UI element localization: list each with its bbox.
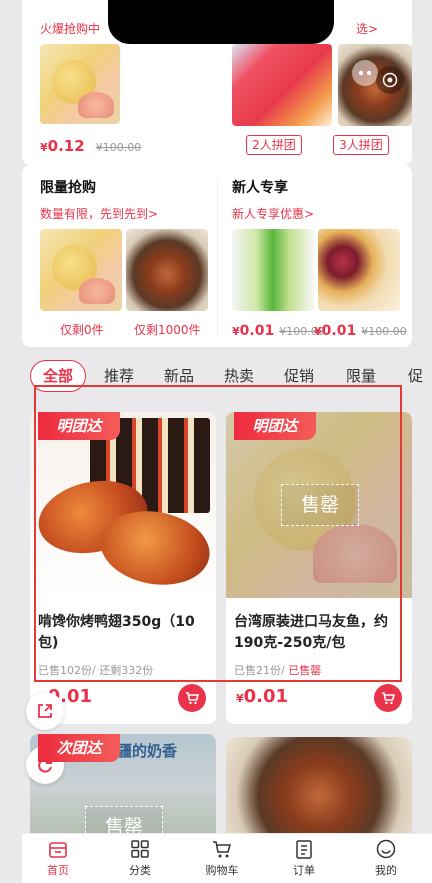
- tab-limited[interactable]: 限量: [346, 360, 376, 392]
- share-icon: [38, 704, 52, 718]
- product-card-3[interactable]: 次团达 新疆的奶香 售罄: [30, 734, 216, 844]
- home-icon: [49, 842, 67, 858]
- nav-orders-label: 订单: [293, 864, 315, 877]
- product-image-4[interactable]: [226, 737, 412, 844]
- promo-card: 限量抢购 数量有限，先到先到> 仅剩0件 仅剩1000件 新人专享 新人专享优惠…: [22, 165, 412, 347]
- tab-hot[interactable]: 热卖: [224, 360, 254, 392]
- product-image-redbox[interactable]: [232, 44, 332, 126]
- grid-icon: [131, 840, 149, 858]
- nav-orders[interactable]: 订单: [274, 838, 334, 878]
- nav-category[interactable]: 分类: [110, 838, 170, 878]
- group-2-button[interactable]: 2人拼团: [246, 135, 302, 155]
- order-icon: [296, 840, 312, 859]
- product-card-2[interactable]: 明团达 售罄 台湾原装进口马友鱼，约190克-250克/包 已售21份/ 已售罄…: [226, 412, 412, 724]
- currency-symbol: ¥: [314, 325, 322, 338]
- product-card-4[interactable]: [226, 737, 412, 844]
- product-sold-status-2: 已售罄: [288, 664, 322, 677]
- tab-all[interactable]: 全部: [30, 360, 87, 392]
- cart-icon: [186, 692, 200, 705]
- tab-new[interactable]: 新品: [164, 360, 194, 392]
- add-to-cart-button-2[interactable]: [374, 684, 402, 712]
- flash-item-image-2[interactable]: [126, 229, 208, 311]
- share-button[interactable]: [26, 692, 64, 730]
- product-sold-2: 已售21份/ 已售罄: [234, 662, 321, 678]
- group-3-button[interactable]: 3人拼团: [333, 135, 389, 155]
- flash-sale-title[interactable]: 限量抢购: [40, 177, 96, 197]
- product-price-value-2: 0.01: [243, 686, 289, 707]
- dots-icon[interactable]: [352, 60, 378, 86]
- product-badge-2: 明团达: [234, 412, 316, 440]
- newcomer-price-1: ¥0.01 ¥100.00: [232, 320, 325, 339]
- nav-mine-label: 我的: [375, 864, 397, 877]
- top-old-price: ¥100.00: [95, 141, 142, 154]
- hot-sale-text: 火爆抢购中: [40, 22, 101, 36]
- category-tabs: 全部 推荐 新品 热卖 促销 限量 促: [22, 360, 432, 394]
- newcomer-price-value-2: 0.01: [321, 323, 357, 339]
- nav-cart-label: 购物车: [205, 864, 239, 877]
- newcomer-title[interactable]: 新人专享: [232, 177, 288, 197]
- currency-symbol: ¥: [236, 692, 244, 705]
- top-price: 0.12: [47, 137, 85, 155]
- product-price-2: ¥0.01: [236, 686, 288, 707]
- nav-home[interactable]: 首页: [28, 838, 88, 878]
- tab-promo[interactable]: 促销: [284, 360, 314, 392]
- product-name-2[interactable]: 台湾原装进口马友鱼，约190克-250克/包: [234, 612, 406, 654]
- product-sold-count-2: 已售21份/: [234, 664, 285, 677]
- sold-out-label-2: 售罄: [281, 484, 359, 526]
- newcomer-subtitle[interactable]: 新人专享优惠>: [232, 205, 314, 222]
- newcomer-price-2: ¥0.01 ¥100.00: [314, 320, 412, 339]
- grapefruit-image[interactable]: [40, 44, 120, 124]
- cart-icon: [213, 841, 231, 858]
- smile-icon: [376, 839, 396, 859]
- record-icon[interactable]: [376, 66, 404, 94]
- product-card-1[interactable]: 明团达 啃馋你烤鸭翅350g（10包) 已售102份/ 还剩332份 ¥0.01: [30, 412, 216, 724]
- currency-symbol: ¥: [232, 325, 240, 338]
- flash-item-remaining-2: 仅剩1000件: [134, 323, 201, 337]
- top-price-row: ¥0.12 ¥100.00: [40, 136, 141, 155]
- newcomer-item-image-1[interactable]: [232, 229, 314, 311]
- product-badge-3: 次团达: [38, 734, 120, 762]
- nav-cart[interactable]: 购物车: [192, 838, 252, 878]
- camera-notch: [108, 0, 334, 44]
- currency-symbol: ¥: [40, 141, 48, 154]
- flash-sale-subtitle[interactable]: 数量有限，先到先到>: [40, 205, 158, 222]
- add-to-cart-button-1[interactable]: [178, 684, 206, 712]
- product-name-1[interactable]: 啃馋你烤鸭翅350g（10包): [38, 612, 210, 654]
- newcomer-old-price-2: ¥100.00: [361, 325, 407, 338]
- nav-home-label: 首页: [47, 864, 69, 877]
- bottom-nav: 首页 分类 购物车 订单 我的: [22, 833, 432, 883]
- tab-more[interactable]: 促: [408, 360, 428, 392]
- cart-icon: [382, 692, 396, 705]
- nav-category-label: 分类: [129, 864, 151, 877]
- select-link[interactable]: 选>: [356, 20, 378, 37]
- newcomer-item-image-2[interactable]: [318, 229, 400, 311]
- product-badge-1: 明团达: [38, 412, 120, 440]
- tab-recommend[interactable]: 推荐: [104, 360, 134, 392]
- flash-item-image-1[interactable]: [40, 229, 122, 311]
- flash-item-remaining-1: 仅剩0件: [60, 323, 104, 337]
- newcomer-price-value-1: 0.01: [239, 323, 275, 339]
- divider: [217, 177, 218, 337]
- product-sold-1: 已售102份/ 还剩332份: [38, 664, 154, 677]
- nav-mine[interactable]: 我的: [356, 838, 416, 878]
